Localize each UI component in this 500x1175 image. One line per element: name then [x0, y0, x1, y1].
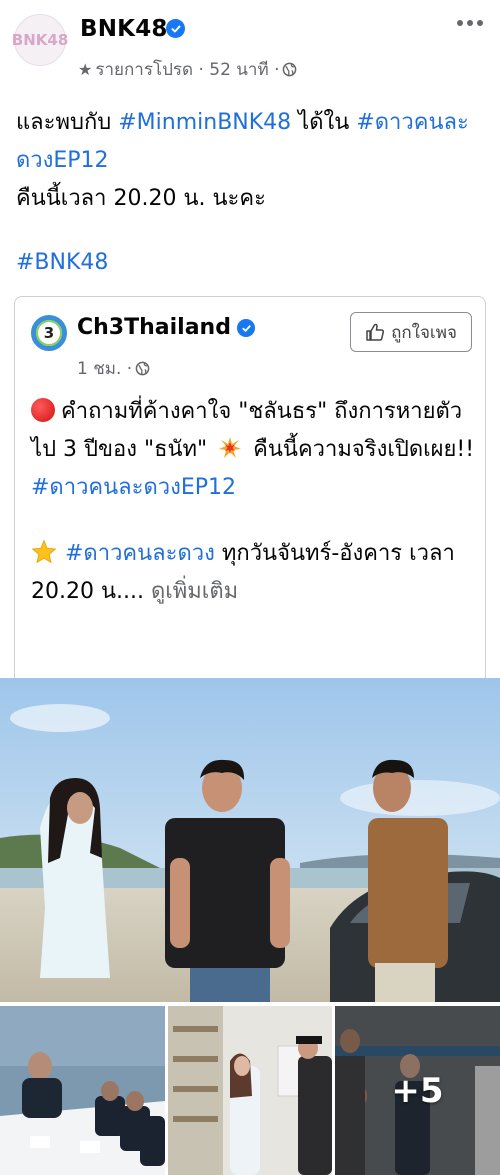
- post-text-mid: ได้ใน: [291, 110, 357, 135]
- ch3-logo-text: 3: [43, 324, 55, 342]
- post-text-prefix: และพบกับ: [16, 110, 119, 135]
- red-circle-icon: [31, 398, 55, 422]
- hashtag-link[interactable]: #ดาวคนละดวง: [65, 541, 215, 566]
- shared-text: คืนนี้ความจริงเปิดเผย!!: [246, 437, 475, 462]
- star-emoji-icon: [31, 539, 57, 564]
- photo-thumbnail[interactable]: [0, 1006, 165, 1175]
- page-avatar[interactable]: BNK48: [11, 14, 69, 66]
- shared-page-name[interactable]: Ch3Thailand: [77, 315, 231, 340]
- photo-thumbnail[interactable]: +5: [335, 1006, 500, 1175]
- more-photos-count: +5: [391, 1070, 444, 1111]
- hashtag-link[interactable]: #ดาวคนละดวงEP12: [31, 475, 236, 500]
- post-meta: ★ รายการโปรด · 52 นาที ·: [78, 56, 297, 83]
- hashtag-link[interactable]: #MinminBNK48: [118, 110, 291, 135]
- avatar-logo-text: BNK48: [11, 31, 69, 49]
- main-photo[interactable]: [0, 678, 500, 1002]
- thumbs-up-icon: [366, 323, 385, 341]
- shared-post-body: คำถามที่ค้างคาใจ "ชลันธร" ถึงการหายตัวไป…: [31, 393, 475, 611]
- shared-post-meta: 1 ชม. ·: [77, 355, 150, 382]
- shared-post-card: 3 Ch3Thailand 1 ชม. · ถูกใจเพจ คำถามที่ค…: [14, 296, 486, 678]
- like-page-label: ถูกใจเพจ: [391, 322, 457, 343]
- ch3-avatar[interactable]: 3: [31, 315, 67, 351]
- post-header: BNK48 BNK48 ★ รายการโปรด · 52 นาที ·: [0, 0, 500, 92]
- star-icon: ★: [78, 60, 93, 79]
- hashtag-link[interactable]: #BNK48: [16, 250, 108, 275]
- page-name[interactable]: BNK48: [80, 16, 168, 42]
- globe-icon: [135, 361, 150, 376]
- see-more-link[interactable]: ดูเพิ่มเติม: [151, 579, 238, 604]
- globe-icon: [283, 62, 297, 77]
- photo-thumbnail[interactable]: [168, 1006, 332, 1175]
- more-photos-overlay[interactable]: +5: [335, 1006, 500, 1175]
- post-body: และพบกับ #MinminBNK48 ได้ใน #ดาวคนละดวงE…: [16, 104, 486, 218]
- collision-icon: [219, 437, 242, 458]
- more-options-icon[interactable]: [452, 10, 488, 36]
- verified-badge-icon: [166, 19, 185, 38]
- shared-meta-text[interactable]: 1 ชม. ·: [77, 355, 132, 382]
- post-meta-text[interactable]: รายการโปรด · 52 นาที ·: [95, 56, 279, 83]
- like-page-button[interactable]: ถูกใจเพจ: [350, 312, 472, 352]
- verified-badge-icon: [237, 319, 255, 337]
- post-text-line: คืนนี้เวลา 20.20 น. นะคะ: [16, 186, 266, 211]
